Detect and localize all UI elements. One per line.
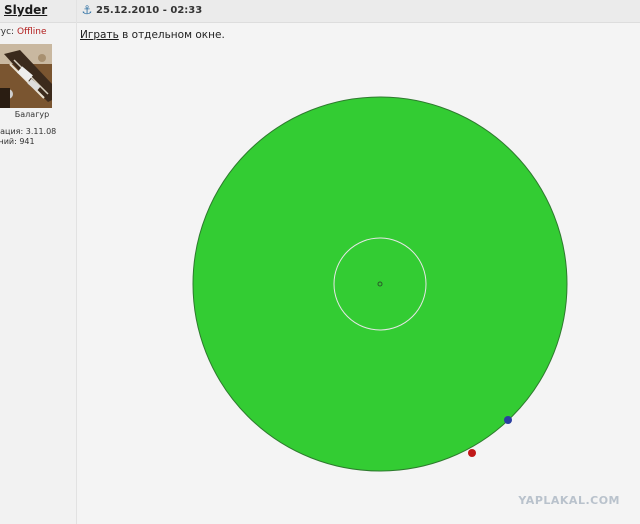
author-header: Slyder — [0, 0, 76, 23]
author-username[interactable]: Slyder — [4, 3, 47, 17]
user-title: Балагур — [14, 110, 50, 119]
registration-info: страция: 3.11.08 — [0, 127, 57, 136]
post-area: ⚓ 25.12.2010 - 02:33 Играть в отдельном … — [77, 0, 640, 524]
messages-count: щений: 941 — [0, 137, 35, 146]
avatar[interactable] — [0, 44, 52, 108]
game-disc[interactable] — [192, 96, 568, 472]
status-label: атус: — [0, 27, 15, 37]
author-status: атус: Offline — [0, 27, 46, 37]
author-sidebar: Slyder атус: Offline Балагур страция: 3.… — [0, 0, 77, 524]
avatar-guitar-image — [0, 44, 52, 108]
blue-dot — [504, 416, 512, 424]
watermark: YAPLAKAL.COM — [518, 494, 620, 507]
game-canvas[interactable] — [77, 0, 640, 524]
red-dot — [468, 449, 476, 457]
status-value: Offline — [16, 27, 47, 37]
